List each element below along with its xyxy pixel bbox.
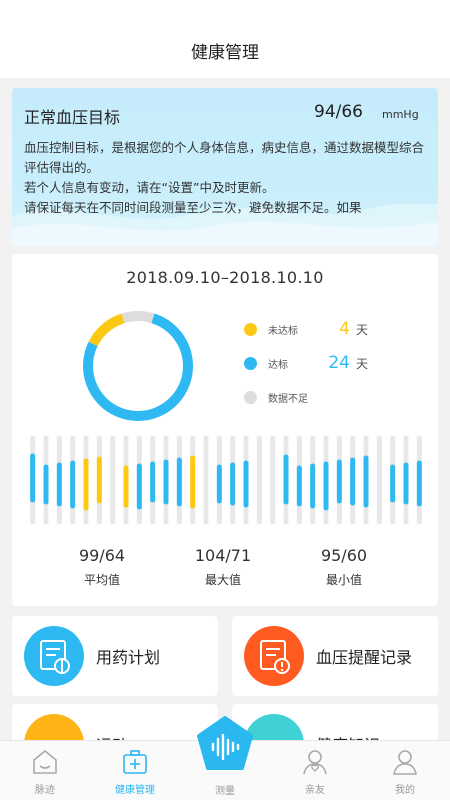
- legend-unit: 天: [356, 322, 369, 337]
- donut-segment-unmet: [88, 313, 125, 347]
- page-title: 健康管理: [191, 43, 259, 63]
- target-unit: mmHg: [382, 108, 419, 121]
- family-icon: [303, 750, 327, 775]
- exercise-icon: [24, 714, 84, 740]
- target-title: 正常血压目标: [24, 108, 121, 127]
- summary-max: 104/71 最大值: [163, 546, 283, 588]
- bp-alert-icon: [244, 626, 304, 686]
- status-donut-chart: [83, 311, 193, 421]
- header: 健康管理: [0, 0, 450, 78]
- feature-label: 健康知识: [316, 732, 380, 740]
- tab-label: 健康管理: [115, 785, 155, 796]
- bp-target-card[interactable]: 正常血压目标 94/66 mmHg 血压控制目标，是根据您的个人身体信息，病史信…: [12, 88, 438, 246]
- legend-count: 24: [328, 353, 350, 373]
- exercise-button[interactable]: 运动: [12, 704, 218, 740]
- legend-label: 数据不足: [268, 393, 308, 405]
- health-knowledge-button[interactable]: 健康知识: [232, 704, 438, 740]
- home-icon: [33, 750, 57, 774]
- legend-dot-unmet: [244, 322, 257, 336]
- feature-label: 运动: [96, 732, 128, 740]
- summary-label: 最大值: [204, 573, 241, 587]
- measure-button[interactable]: [195, 716, 255, 776]
- stats-card: 2018.09.10–2018.10.10 未达标 4 天 达标 24 天 数据…: [12, 254, 438, 606]
- summary-label: 最小值: [325, 573, 362, 587]
- legend-unmet: 未达标 4 天: [244, 318, 368, 340]
- medication-icon: [24, 626, 84, 686]
- legend-count: 4: [339, 319, 350, 339]
- daily-status-bars: [30, 436, 422, 524]
- summary-value: 99/64: [78, 546, 126, 565]
- tab-measure-label[interactable]: 测量: [195, 782, 255, 797]
- legend-dot-met: [244, 356, 257, 370]
- medkit-icon: [123, 750, 147, 774]
- target-value: 94/66: [314, 102, 363, 122]
- summary-value: 95/60: [320, 546, 368, 565]
- summary-min: 95/60 最小值: [284, 546, 404, 588]
- tab-mine[interactable]: 我的: [360, 747, 450, 796]
- donut-segment-insufficient: [121, 311, 155, 324]
- legend-dot-insufficient: [244, 390, 257, 404]
- tab-family[interactable]: 亲友: [270, 747, 360, 796]
- tab-label: 脉迹: [35, 785, 55, 796]
- tab-label: 我的: [395, 785, 415, 796]
- legend-label: 未达标: [268, 325, 298, 337]
- legend-unit: 天: [356, 356, 369, 371]
- target-description: 血压控制目标，是根据您的个人身体信息，病史信息，通过数据模型综合评估得出的。 若…: [24, 140, 425, 215]
- summary-average: 99/64 平均值: [42, 546, 162, 588]
- tab-maiji[interactable]: 脉迹: [0, 747, 90, 796]
- tab-label: 亲友: [305, 785, 325, 796]
- date-range[interactable]: 2018.09.10–2018.10.10: [12, 268, 438, 287]
- bp-reminder-records-button[interactable]: 血压提醒记录: [232, 616, 438, 696]
- summary-label: 平均值: [83, 573, 120, 587]
- profile-icon: [393, 750, 417, 775]
- summary-value: 104/71: [194, 546, 252, 565]
- feature-label: 用药计划: [96, 648, 161, 667]
- medication-plan-button[interactable]: 用药计划: [12, 616, 218, 696]
- feature-label: 血压提醒记录: [316, 648, 413, 667]
- tab-health-management[interactable]: 健康管理: [90, 747, 180, 796]
- legend-insufficient: 数据不足: [244, 386, 308, 408]
- legend-label: 达标: [268, 359, 288, 371]
- legend-met: 达标 24 天: [244, 352, 368, 374]
